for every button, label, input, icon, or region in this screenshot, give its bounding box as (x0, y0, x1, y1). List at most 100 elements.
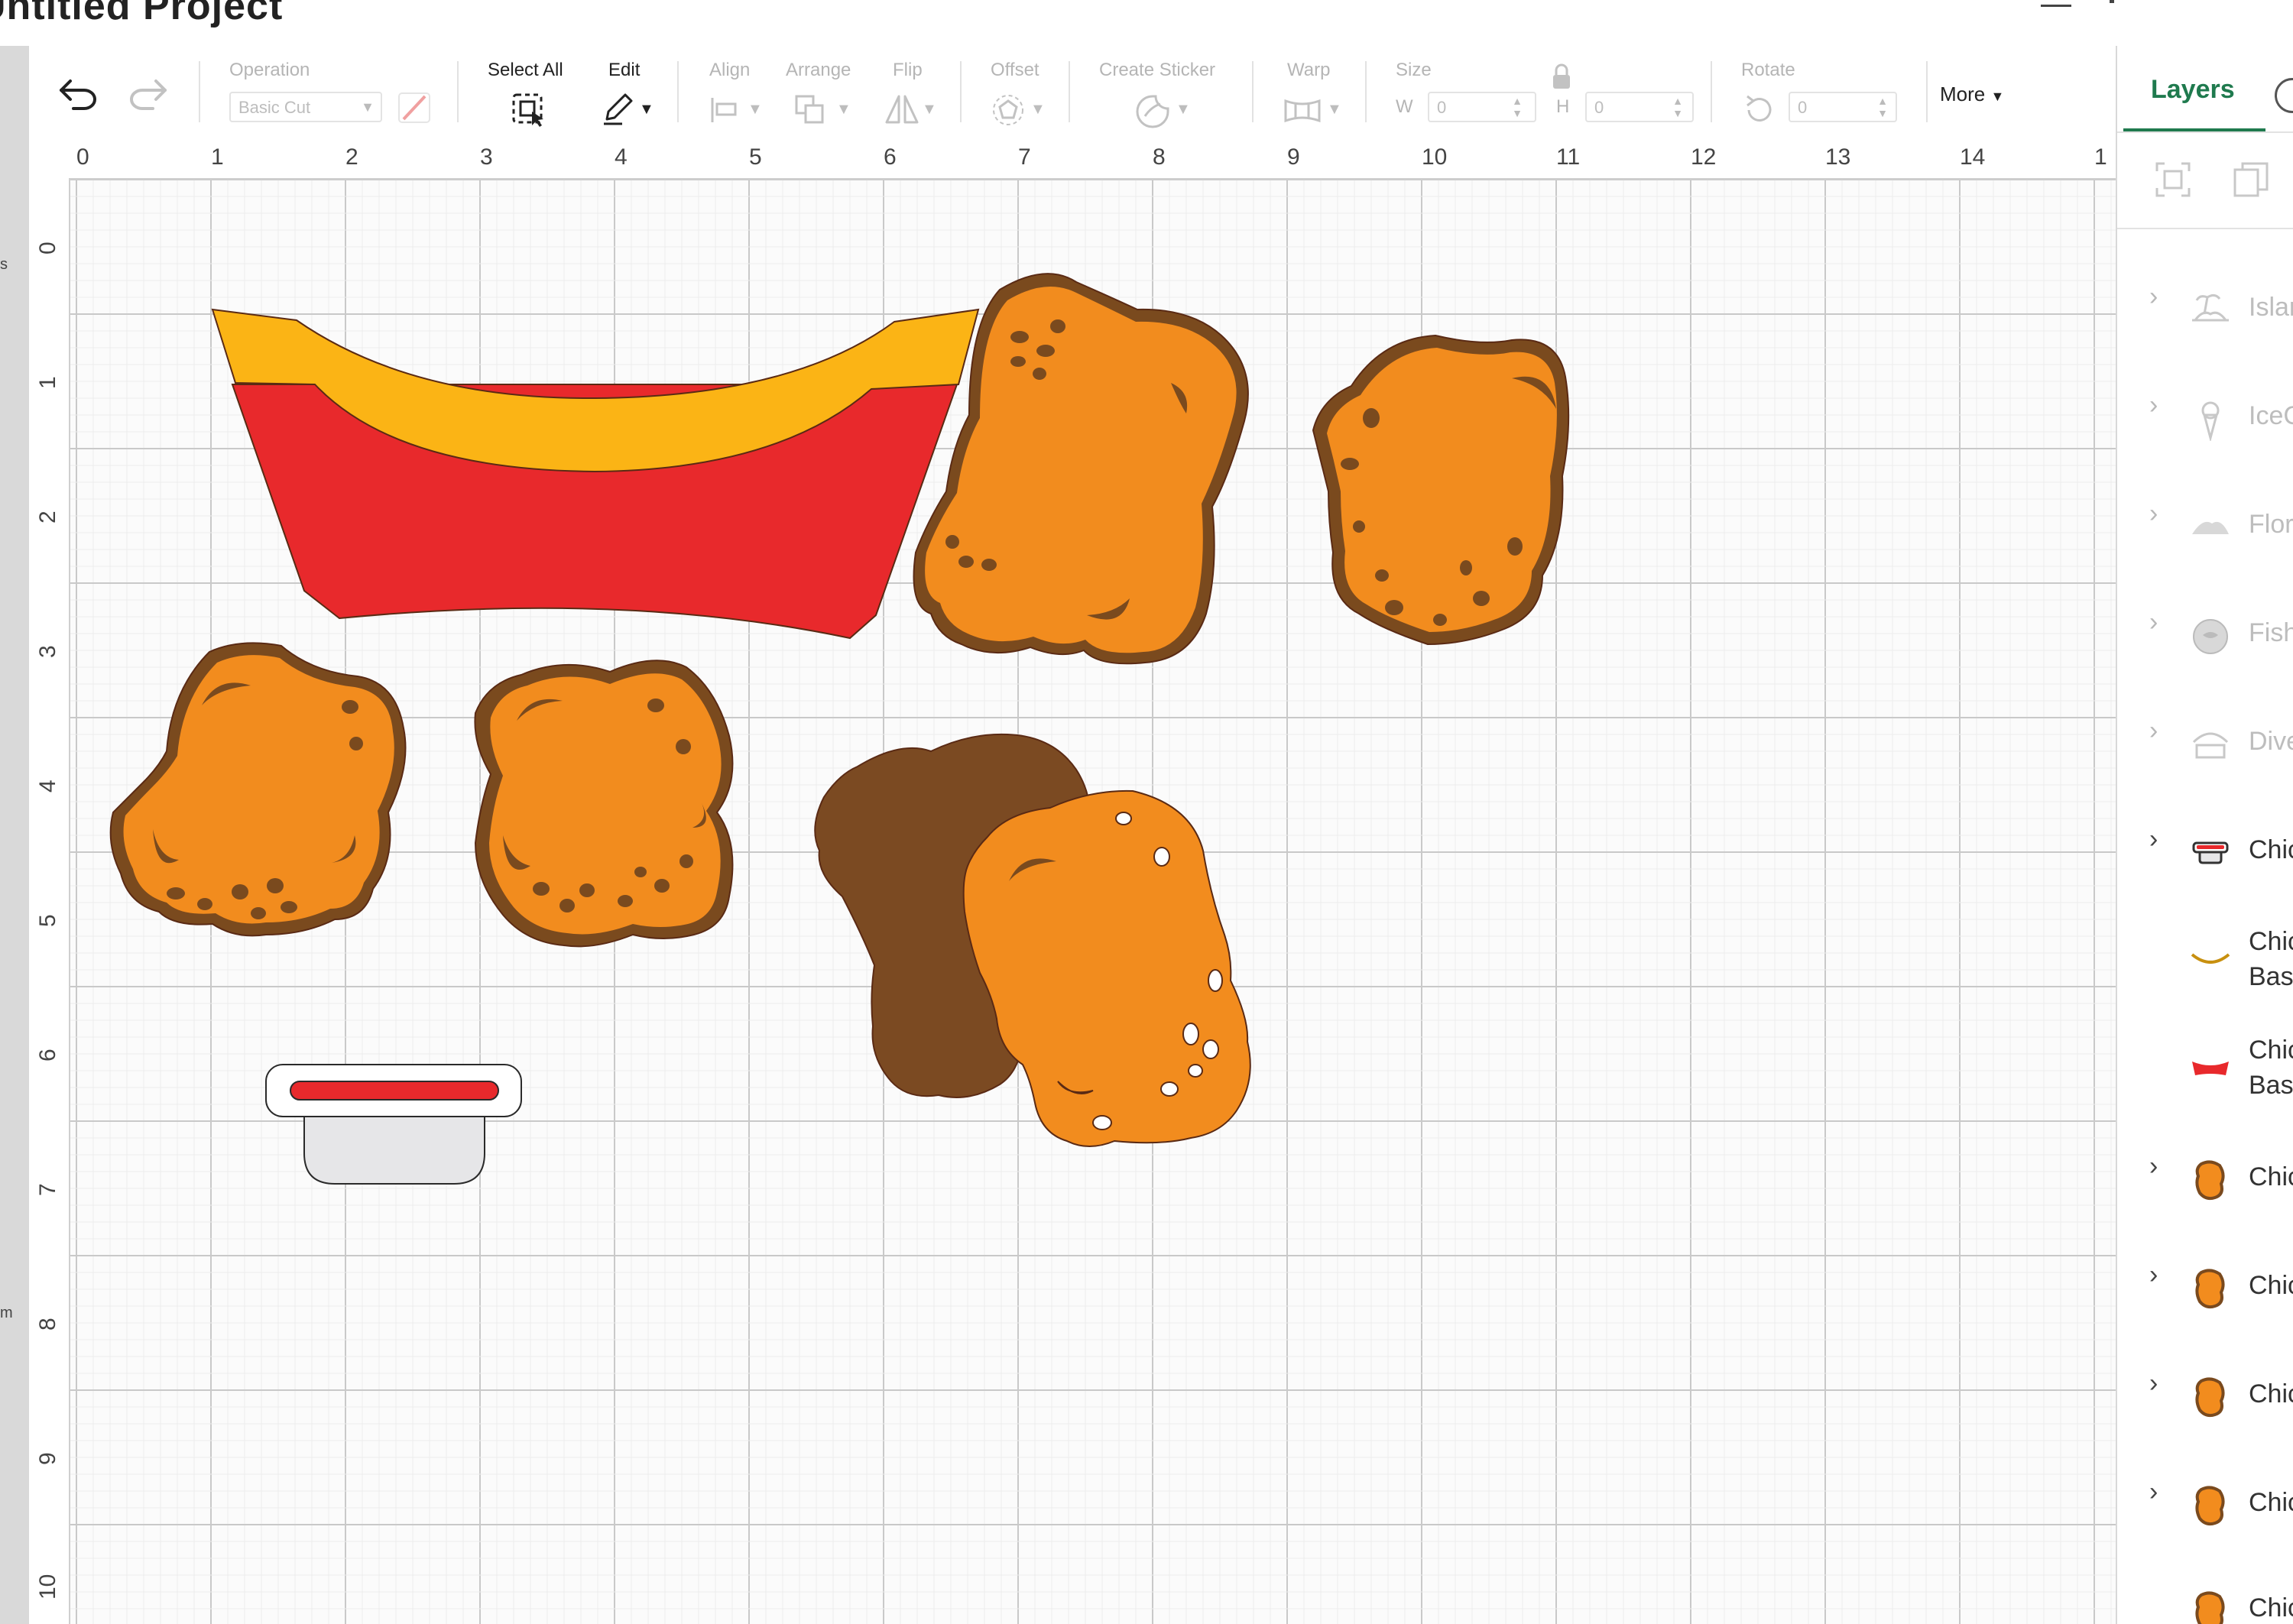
toolbar-divider (1365, 61, 1367, 122)
warp-icon (1284, 99, 1321, 123)
layer-item[interactable]: › Islar (2117, 264, 2293, 355)
redo-icon (130, 79, 167, 110)
header-more-icon[interactable] (2110, 0, 2114, 3)
create-sticker-label: Create Sticker (1099, 60, 1216, 80)
sticker-icon (1136, 95, 1169, 128)
layer-label: Chic (2249, 1488, 2293, 1517)
layer-item[interactable]: Chic (2117, 1564, 2293, 1624)
tab-layers[interactable]: Layers (2151, 75, 2235, 105)
layer-item[interactable]: › Fish (2117, 589, 2293, 681)
arrange-button[interactable] (793, 93, 827, 129)
chevron-right-icon[interactable]: › (2149, 1477, 2158, 1507)
pencil-icon (604, 93, 633, 125)
lock-icon (1553, 63, 1570, 89)
fry-basket[interactable] (211, 308, 980, 640)
layer-item[interactable]: Chic Basi (2117, 913, 2293, 1005)
chicken-nugget[interactable] (962, 789, 1251, 1147)
width-stepper[interactable]: ▲ ▼ (1512, 95, 1523, 121)
project-title[interactable]: Untitled Project (0, 0, 283, 29)
layer-item[interactable]: › Chic (2117, 1350, 2293, 1442)
undo-button[interactable] (58, 75, 99, 114)
align-caret-icon[interactable]: ▼ (748, 101, 763, 118)
sauce-line[interactable] (290, 1081, 499, 1100)
divider (2117, 131, 2293, 133)
design-canvas[interactable]: 0 1 2 3 4 5 6 7 8 9 10 11 12 13 14 1 0 1 2 3 4 5 6 7 8 9 10 (29, 140, 2116, 1624)
offset-caret-icon[interactable]: ▼ (1030, 101, 1046, 118)
more-button[interactable]: More ▼ (1940, 83, 2004, 106)
layer-item[interactable]: › Dive (2117, 698, 2293, 789)
warp-caret-icon[interactable]: ▼ (1327, 101, 1342, 118)
layer-item[interactable]: › IceC (2117, 372, 2293, 464)
chevron-right-icon[interactable]: › (2149, 282, 2158, 312)
arrange-caret-icon[interactable]: ▼ (836, 101, 851, 118)
align-button[interactable] (709, 95, 740, 129)
chevron-right-icon[interactable]: › (2149, 825, 2158, 854)
layer-item[interactable]: › Chic (2117, 1133, 2293, 1225)
nugget-icon (2188, 1587, 2233, 1624)
layer-sublabel: Basi (2249, 1071, 2293, 1100)
sauce-cup[interactable] (265, 1064, 522, 1185)
operation-select[interactable]: Basic Cut ▼ (229, 92, 382, 122)
select-all-button[interactable] (511, 92, 547, 131)
arrange-label: Arrange (786, 60, 851, 80)
toolbar-divider (199, 61, 200, 122)
flip-button[interactable] (884, 92, 920, 129)
no-color-swatch-icon (398, 92, 430, 123)
duplicate-button[interactable] (2232, 160, 2270, 203)
chevron-right-icon[interactable]: › (2149, 1260, 2158, 1290)
ice-cream-icon (2188, 395, 2233, 442)
offset-button[interactable] (991, 93, 1026, 131)
layer-label: Chic (2249, 1162, 2293, 1191)
layer-item[interactable]: Chic Basi (2117, 1022, 2293, 1113)
chevron-right-icon[interactable]: › (2149, 716, 2158, 746)
layer-item[interactable]: › Chic (2117, 1459, 2293, 1551)
align-label: Align (709, 60, 751, 80)
chevron-right-icon[interactable]: › (2149, 608, 2158, 637)
basket-body-icon (2188, 1045, 2233, 1091)
layer-label: Fish (2249, 618, 2293, 647)
operation-color-swatch[interactable] (397, 92, 431, 128)
title-bar: Untitled Project (0, 0, 2293, 46)
header-menu-icon[interactable] (2041, 0, 2071, 7)
toolbar-divider (1926, 61, 1928, 122)
nugget-icon (2188, 1156, 2233, 1202)
layer-item[interactable]: › Chic (2117, 1242, 2293, 1334)
height-prefix: H (1556, 96, 1570, 117)
chevron-right-icon[interactable]: › (2149, 499, 2158, 529)
layer-item[interactable]: › Chic (2117, 806, 2293, 898)
layer-label: Chic (2249, 1379, 2293, 1408)
redo-button[interactable] (127, 75, 168, 114)
layer-sublabel: Basi (2249, 962, 2293, 991)
chicken-nugget[interactable] (109, 642, 407, 937)
flip-caret-icon[interactable]: ▼ (922, 101, 937, 118)
layer-label: Islar (2249, 293, 2293, 322)
edit-label: Edit (608, 60, 641, 80)
rotate-value: 0 (1798, 98, 1808, 117)
sauce-cup-body[interactable] (303, 1114, 485, 1185)
warp-button[interactable] (1283, 96, 1322, 129)
chicken-nugget[interactable] (1312, 334, 1570, 646)
create-sticker-caret-icon[interactable]: ▼ (1176, 101, 1191, 118)
flip-label: Flip (893, 60, 923, 80)
chicken-nugget[interactable] (474, 660, 734, 948)
rotate-stepper[interactable]: ▲ ▼ (1877, 95, 1888, 121)
layer-item[interactable]: › Flor (2117, 481, 2293, 572)
left-panel-edge: s m (0, 46, 29, 1624)
portfolio-icon (2188, 721, 2233, 767)
chevron-right-icon[interactable]: › (2149, 1152, 2158, 1182)
edit-caret-icon[interactable]: ▼ (639, 101, 654, 118)
edit-button[interactable] (601, 92, 637, 129)
create-sticker-button[interactable] (1134, 93, 1171, 132)
toolbar-divider (677, 61, 679, 122)
sauce-cup-icon (2188, 829, 2233, 875)
chevron-right-icon[interactable]: › (2149, 391, 2158, 420)
group-button[interactable] (2154, 160, 2192, 203)
left-panel-letter: m (0, 1305, 13, 1321)
rotate-button[interactable] (1743, 93, 1776, 129)
rotate-label: Rotate (1741, 60, 1795, 80)
divider (2117, 228, 2293, 229)
chevron-right-icon[interactable]: › (2149, 1369, 2158, 1399)
color-sync-tab-icon[interactable] (2275, 78, 2293, 113)
height-stepper[interactable]: ▲ ▼ (1672, 95, 1683, 121)
lock-aspect-button[interactable] (1550, 63, 1573, 94)
